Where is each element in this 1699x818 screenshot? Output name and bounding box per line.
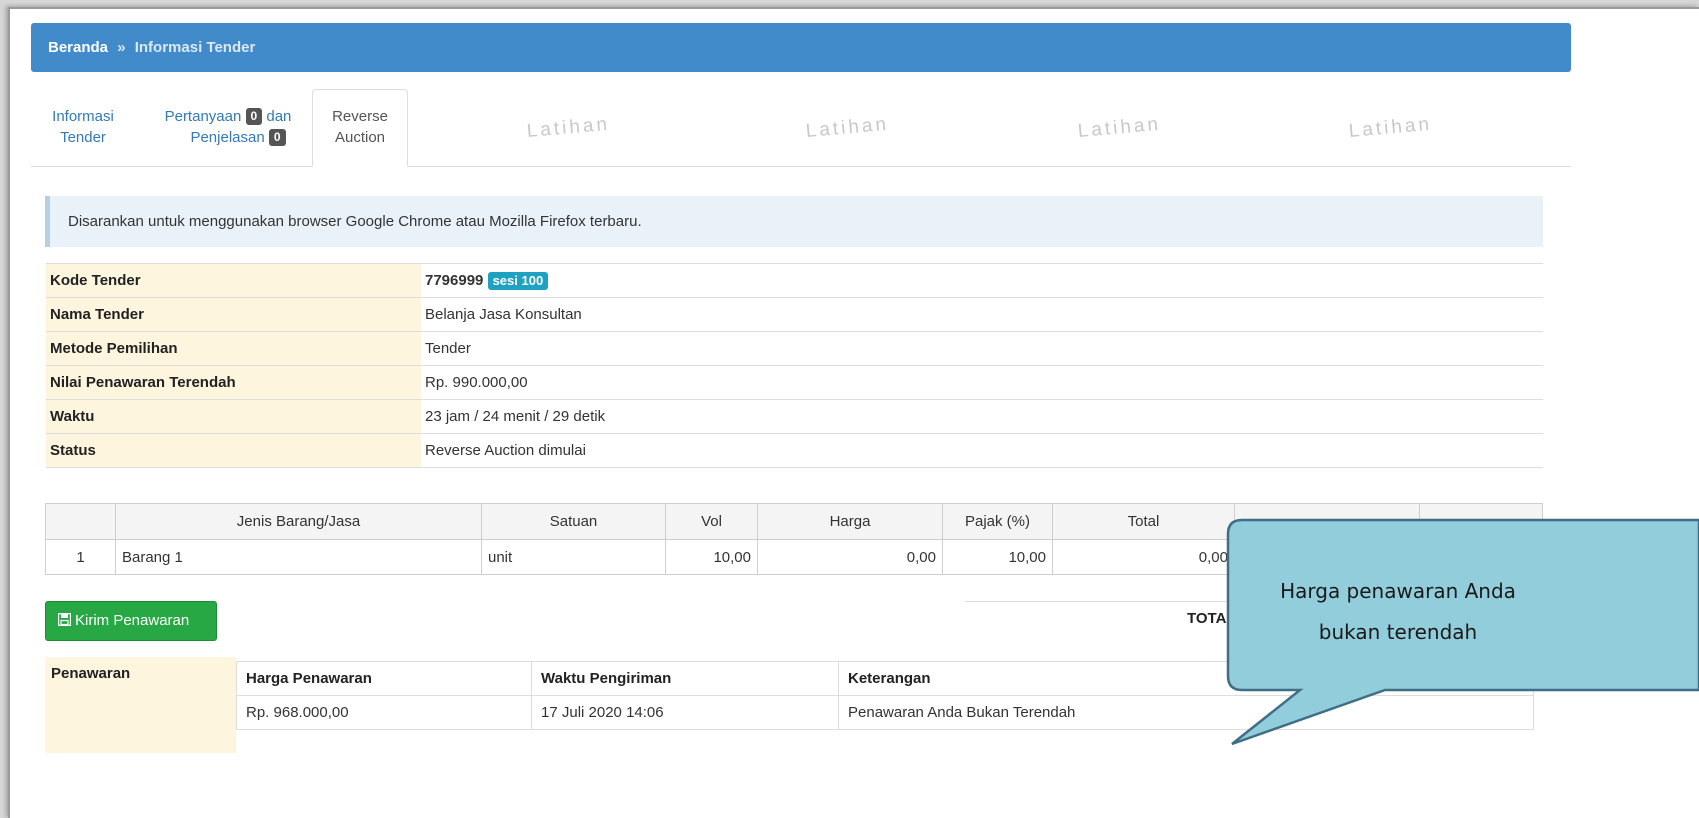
watermark: Latihan [1077, 113, 1162, 142]
breadcrumb-current: Informasi Tender [134, 39, 256, 56]
page-frame: Beranda » Informasi Tender Latihan Latih… [8, 7, 1699, 818]
col-header: Waktu Pengiriman [531, 661, 839, 696]
callout-line-1: Harga penawaran Anda [1280, 579, 1516, 603]
tab-label-line: Penjelasan [190, 129, 265, 146]
total-cell: 0,00 [1052, 539, 1235, 575]
breadcrumb: Beranda » Informasi Tender [31, 23, 1571, 72]
vol-cell: 10,00 [665, 539, 758, 575]
status-label: Status [46, 433, 421, 468]
breadcrumb-home-link[interactable]: Beranda [48, 39, 108, 56]
tab-label-line: dan [266, 108, 292, 125]
table-row: Nilai Penawaran Terendah Rp. 990.000,00 [46, 365, 1543, 400]
watermark: Latihan [1348, 113, 1433, 142]
tab-informasi-tender[interactable]: Informasi Tender [42, 106, 124, 148]
tabs-divider [31, 166, 1571, 167]
kode-label: Kode Tender [46, 263, 421, 298]
table-row: Rp. 968.000,00 17 Juli 2020 14:06 Penawa… [236, 695, 1534, 730]
pertanyaan-count-badge: 0 [245, 108, 263, 125]
satuan-cell: unit [481, 539, 666, 575]
table-row: Kode Tender 7796999 sesi 100 [46, 263, 1543, 298]
browser-alert: Disarankan untuk menggunakan browser Goo… [45, 196, 1543, 247]
watermark: Latihan [805, 113, 890, 142]
table-row: Metode Pemilihan Tender [46, 331, 1543, 366]
harga-input-cell[interactable]: 0,00 [757, 539, 943, 575]
table-row: Waktu 23 jam / 24 menit / 29 detik [46, 399, 1543, 434]
penjelasan-count-badge: 0 [268, 129, 286, 146]
col-header: Total [1052, 503, 1235, 540]
col-header: Pajak (%) [942, 503, 1053, 540]
offer-harga: Rp. 968.000,00 [236, 695, 532, 730]
offer-keterangan: Penawaran Anda Bukan Terendah [838, 695, 1534, 730]
tab-label-line: Reverse [332, 108, 388, 125]
tab-label-line: Informasi [52, 108, 114, 125]
watermark: Latihan [526, 113, 611, 142]
callout-text: Harga penawaran Anda bukan terendah [1228, 518, 1699, 679]
sesi-badge: sesi 100 [487, 271, 549, 290]
col-header: Vol [665, 503, 758, 540]
row-number: 1 [45, 539, 116, 575]
save-icon [57, 602, 72, 640]
tab-label-line: Pertanyaan [164, 108, 242, 125]
kode-value: 7796999 [425, 271, 484, 289]
nilai-value: Rp. 990.000,00 [421, 365, 1543, 400]
tender-info-table: Kode Tender 7796999 sesi 100 Nama Tender… [46, 263, 1543, 468]
table-row: Nama Tender Belanja Jasa Konsultan [46, 297, 1543, 332]
metode-value: Tender [421, 331, 1543, 366]
kirim-penawaran-button[interactable]: Kirim Penawaran [45, 601, 217, 641]
nilai-label: Nilai Penawaran Terendah [46, 365, 421, 400]
jenis-cell: Barang 1 [115, 539, 482, 575]
col-header: Harga Penawaran [236, 661, 532, 696]
metode-label: Metode Pemilihan [46, 331, 421, 366]
kode-value-cell: 7796999 sesi 100 [421, 263, 1543, 298]
waktu-value: 23 jam / 24 menit / 29 detik [421, 399, 1543, 434]
col-header: Harga [757, 503, 943, 540]
status-value: Reverse Auction dimulai [421, 433, 1543, 468]
col-header: Jenis Barang/Jasa [115, 503, 482, 540]
kirim-label: Kirim Penawaran [75, 612, 190, 629]
total-label: TOTA [1187, 610, 1227, 627]
col-header [45, 503, 116, 540]
waktu-label: Waktu [46, 399, 421, 434]
col-header: Satuan [481, 503, 666, 540]
tab-reverse-auction[interactable]: Reverse Auction [312, 89, 408, 167]
callout-line-2: bukan terendah [1318, 620, 1478, 644]
penawaran-label: Penawaran [45, 657, 236, 753]
nama-label: Nama Tender [46, 297, 421, 332]
nama-value: Belanja Jasa Konsultan [421, 297, 1543, 332]
tab-label-line: Tender [60, 129, 106, 146]
table-row: Status Reverse Auction dimulai [46, 433, 1543, 468]
tab-pertanyaan-penjelasan[interactable]: Pertanyaan 0 dan Penjelasan 0 [148, 106, 308, 148]
offer-waktu: 17 Juli 2020 14:06 [531, 695, 839, 730]
tab-label-line: Auction [334, 129, 386, 146]
breadcrumb-separator: » [117, 39, 126, 56]
pajak-cell: 10,00 [942, 539, 1053, 575]
